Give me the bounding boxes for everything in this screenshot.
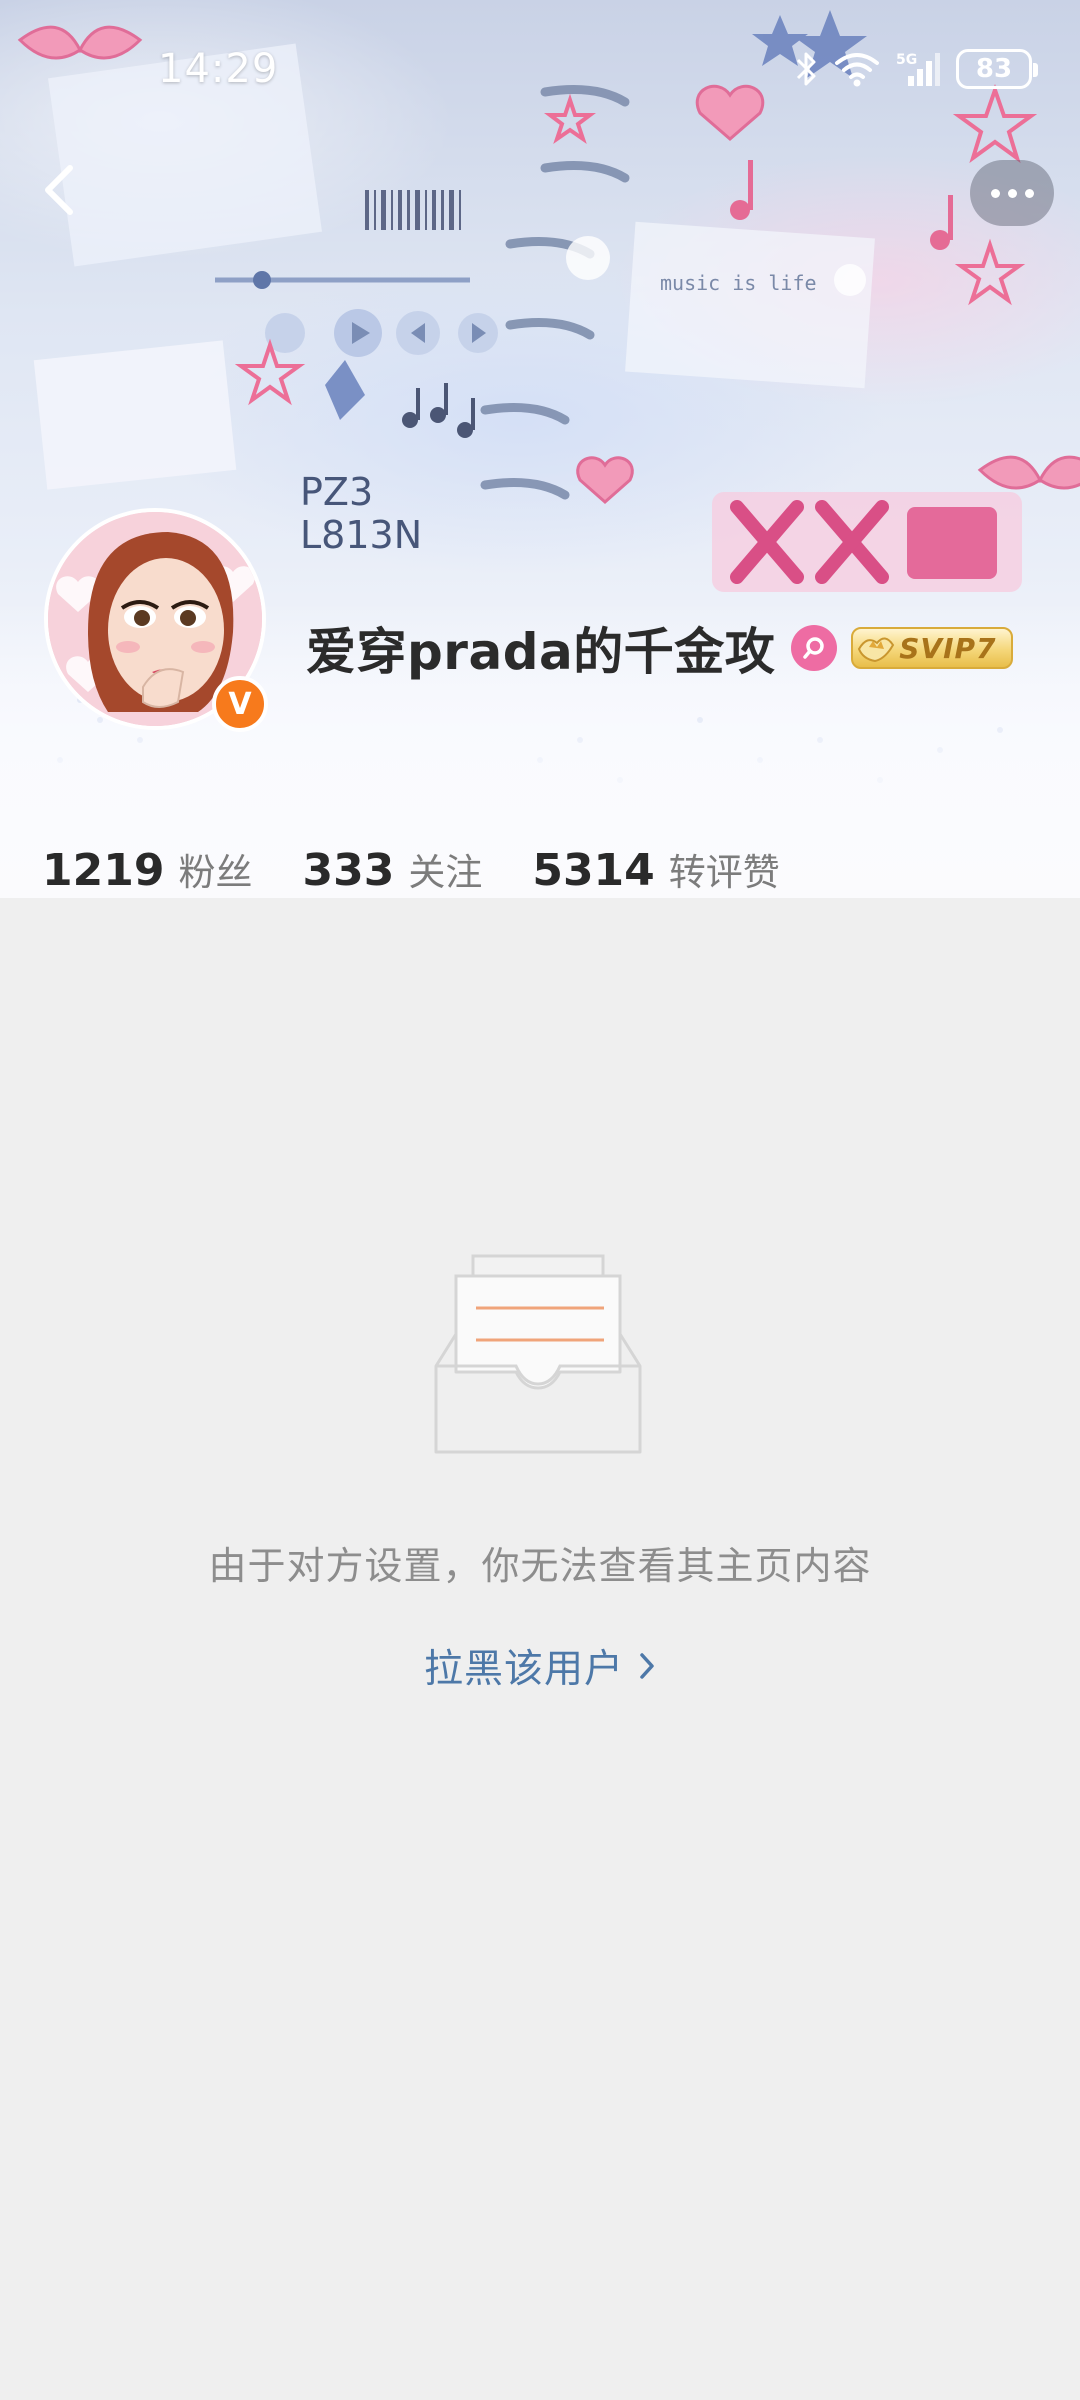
block-user-label: 拉黑该用户 [423, 1647, 624, 1692]
restricted-message: 由于对方设置，你无法查看其主页内容 [208, 1544, 872, 1588]
pink-search-badge[interactable] [791, 625, 838, 671]
stat-followers[interactable]: 1219 粉丝 [42, 842, 252, 896]
banner-text-l813n: L813N [300, 513, 422, 557]
crown-wing-icon [858, 637, 895, 663]
more-dot [1024, 188, 1034, 198]
profile-name: 爱穿prada的千金攻 [306, 623, 776, 681]
chevron-left-icon [45, 165, 73, 215]
profile-name-row: 爱穿prada的千金攻 SVIP7 [306, 610, 1013, 686]
stat-interactions[interactable]: 5314 转评赞 [532, 842, 779, 896]
status-time: 14:29 [158, 46, 279, 92]
back-button[interactable] [30, 160, 90, 220]
block-user-link[interactable]: 拉黑该用户 [0, 1636, 1080, 1696]
banner-text-music: music is life [660, 271, 817, 295]
more-dot [1007, 188, 1017, 198]
stat-label: 粉丝 [178, 851, 253, 894]
cellular-signal-icon: 5G [896, 52, 940, 86]
battery-level: 83 [975, 54, 1013, 84]
profile-stats: 1219 粉丝 333 关注 5314 转评赞 [42, 842, 830, 902]
stat-following[interactable]: 333 关注 [302, 842, 482, 896]
bluetooth-icon [796, 52, 816, 86]
wifi-icon [835, 53, 879, 87]
banner-text-pz3: PZ3 [300, 470, 373, 514]
svip-label: SVIP7 [899, 631, 997, 665]
more-options-button[interactable] [970, 160, 1054, 226]
chevron-right-icon [638, 1651, 656, 1681]
magnifier-icon [803, 637, 824, 659]
profile-banner: PZ3 L813N music is life [0, 0, 1080, 898]
network-label: 5G [896, 52, 917, 68]
svip-badge[interactable]: SVIP7 [851, 627, 1013, 669]
stat-label: 转评赞 [668, 851, 780, 894]
empty-inbox-icon [434, 1254, 642, 1454]
stat-value: 5314 [532, 845, 655, 896]
stat-value: 333 [302, 845, 395, 896]
verified-badge: V [212, 676, 268, 732]
stat-value: 1219 [42, 845, 165, 896]
more-dots-icon [990, 188, 1000, 198]
battery-icon: 83 [956, 49, 1038, 89]
status-icons: 5G 83 [794, 46, 1038, 92]
stat-label: 关注 [408, 851, 483, 894]
